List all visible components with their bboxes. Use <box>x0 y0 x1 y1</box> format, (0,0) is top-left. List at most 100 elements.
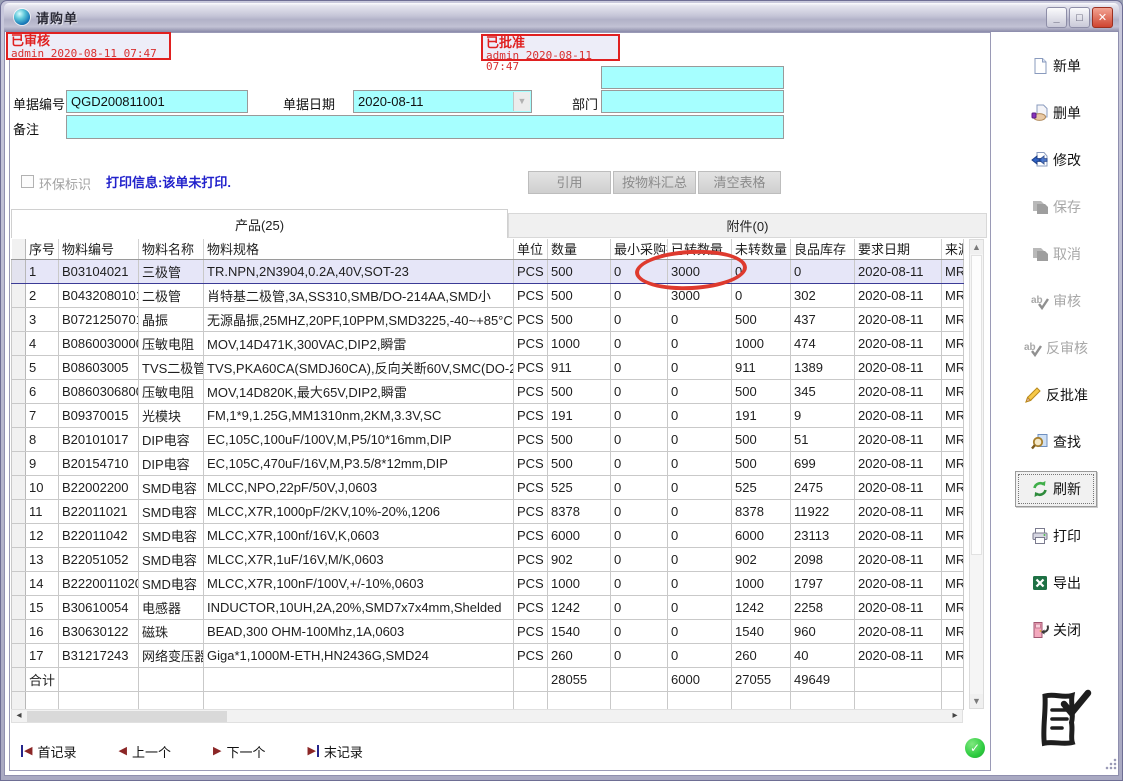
table-cell[interactable]: 2020-08-11 <box>855 523 942 547</box>
table-cell[interactable]: MR <box>942 307 964 331</box>
table-cell[interactable]: PCS <box>514 283 548 307</box>
table-cell[interactable]: 0 <box>611 379 668 403</box>
row-selector[interactable] <box>12 619 26 643</box>
table-cell[interactable]: MLCC,NPO,22pF/50V,J,0603 <box>204 475 514 499</box>
row-selector[interactable] <box>12 379 26 403</box>
table-cell[interactable]: 二极管 <box>139 283 204 307</box>
row-selector[interactable] <box>12 355 26 379</box>
table-row[interactable]: 1B03104021三极管TR.NPN,2N3904,0.2A,40V,SOT-… <box>12 259 964 283</box>
table-cell[interactable]: 0 <box>611 307 668 331</box>
table-cell[interactable]: 500 <box>732 451 791 475</box>
table-cell[interactable]: 压敏电阻 <box>139 379 204 403</box>
table-cell[interactable]: MR <box>942 475 964 499</box>
table-cell[interactable]: SMD电容 <box>139 571 204 595</box>
table-cell[interactable]: 8378 <box>732 499 791 523</box>
table-cell[interactable]: 2020-08-11 <box>855 643 942 667</box>
table-cell[interactable]: 16 <box>26 619 59 643</box>
scroll-down-arrow-icon[interactable]: ▼ <box>970 694 983 708</box>
table-cell[interactable]: SMD电容 <box>139 523 204 547</box>
table-row[interactable]: 8B20101017DIP电容EC,105C,100uF/100V,M,P5/1… <box>12 427 964 451</box>
table-cell[interactable]: MLCC,X7R,1uF/16V,M/K,0603 <box>204 547 514 571</box>
table-cell[interactable]: 23113 <box>791 523 855 547</box>
table-cell[interactable]: PCS <box>514 259 548 283</box>
table-cell[interactable]: 0 <box>611 475 668 499</box>
table-cell[interactable]: INDUCTOR,10UH,2A,20%,SMD7x7x4mm,Shelded <box>204 595 514 619</box>
row-selector[interactable] <box>12 499 26 523</box>
table-cell[interactable]: PCS <box>514 475 548 499</box>
table-cell[interactable]: 51 <box>791 427 855 451</box>
table-cell[interactable]: B0721250701 <box>59 307 139 331</box>
table-cell[interactable]: 三极管 <box>139 259 204 283</box>
table-cell[interactable]: MR <box>942 523 964 547</box>
title-bar[interactable]: 请购单 _ □ ✕ <box>4 3 1119 31</box>
table-row[interactable]: 4B0860030000压敏电阻MOV,14D471K,300VAC,DIP2,… <box>12 331 964 355</box>
doc-no-field[interactable]: QGD200811001 <box>66 90 248 113</box>
table-cell[interactable]: 1242 <box>548 595 611 619</box>
table-cell[interactable]: 10 <box>26 475 59 499</box>
scroll-right-arrow-icon[interactable]: ▸ <box>948 710 962 722</box>
print-button[interactable]: 打印 <box>1008 524 1104 548</box>
table-cell[interactable]: 0 <box>732 283 791 307</box>
table-cell[interactable]: B0432080101 <box>59 283 139 307</box>
vertical-scrollbar[interactable]: ▲ ▼ <box>969 239 984 709</box>
table-cell[interactable]: 191 <box>548 403 611 427</box>
column-header[interactable]: 物料名称 <box>139 239 204 259</box>
table-cell[interactable]: 500 <box>548 427 611 451</box>
table-cell[interactable]: 0 <box>668 571 732 595</box>
table-cell[interactable]: 500 <box>548 283 611 307</box>
table-cell[interactable]: MR <box>942 259 964 283</box>
table-cell[interactable]: 902 <box>732 547 791 571</box>
row-selector[interactable] <box>12 523 26 547</box>
table-cell[interactable]: SMD电容 <box>139 475 204 499</box>
table-row[interactable]: 17B31217243网络变压器Giga*1,1000M-ETH,HN2436G… <box>12 643 964 667</box>
nav-last-record[interactable]: ▶末记录 <box>307 742 362 761</box>
table-cell[interactable]: B20154710 <box>59 451 139 475</box>
column-header[interactable]: 物料规格 <box>204 239 514 259</box>
table-cell[interactable]: 2020-08-11 <box>855 475 942 499</box>
table-cell[interactable]: B31217243 <box>59 643 139 667</box>
column-header[interactable]: 来源 <box>942 239 964 259</box>
table-cell[interactable]: 0 <box>668 595 732 619</box>
table-cell[interactable]: PCS <box>514 307 548 331</box>
table-cell[interactable]: 1000 <box>732 331 791 355</box>
row-selector[interactable] <box>12 403 26 427</box>
delete-doc-button[interactable]: 删单 <box>1008 101 1104 125</box>
table-cell[interactable]: 2020-08-11 <box>855 379 942 403</box>
table-cell[interactable]: 0 <box>668 331 732 355</box>
table-cell[interactable]: MR <box>942 571 964 595</box>
table-cell[interactable]: B22002200 <box>59 475 139 499</box>
table-cell[interactable]: 2020-08-11 <box>855 259 942 283</box>
table-cell[interactable]: B22011042 <box>59 523 139 547</box>
table-cell[interactable]: 肖特基二极管,3A,SS310,SMB/DO-214AA,SMD小 <box>204 283 514 307</box>
table-cell[interactable]: B03104021 <box>59 259 139 283</box>
table-row[interactable]: 11B22011021SMD电容MLCC,X7R,1000pF/2KV,10%-… <box>12 499 964 523</box>
table-cell[interactable]: 2020-08-11 <box>855 283 942 307</box>
table-cell[interactable]: Giga*1,1000M-ETH,HN2436G,SMD24 <box>204 643 514 667</box>
table-cell[interactable]: 0 <box>668 451 732 475</box>
table-cell[interactable]: PCS <box>514 547 548 571</box>
table-cell[interactable]: PCS <box>514 379 548 403</box>
minimize-button[interactable]: _ <box>1046 7 1067 28</box>
table-cell[interactable]: 500 <box>548 307 611 331</box>
nav-previous-record[interactable]: ◀上一个 <box>118 742 170 761</box>
table-cell[interactable]: B2220011020 <box>59 571 139 595</box>
table-cell[interactable]: 2020-08-11 <box>855 571 942 595</box>
table-row[interactable]: 13B22051052SMD电容MLCC,X7R,1uF/16V,M/K,060… <box>12 547 964 571</box>
table-cell[interactable]: 0 <box>611 619 668 643</box>
table-cell[interactable]: 474 <box>791 331 855 355</box>
table-cell[interactable]: MR <box>942 547 964 571</box>
table-cell[interactable]: 1540 <box>732 619 791 643</box>
table-cell[interactable]: 0 <box>668 403 732 427</box>
table-cell[interactable]: 0 <box>668 427 732 451</box>
table-cell[interactable]: SMD电容 <box>139 499 204 523</box>
table-cell[interactable]: 191 <box>732 403 791 427</box>
search-button[interactable]: 查找 <box>1008 430 1104 454</box>
row-selector[interactable] <box>12 571 26 595</box>
table-cell[interactable]: 0 <box>611 355 668 379</box>
table-cell[interactable]: EC,105C,470uF/16V,M,P3.5/8*12mm,DIP <box>204 451 514 475</box>
table-cell[interactable]: 699 <box>791 451 855 475</box>
table-cell[interactable]: 6 <box>26 379 59 403</box>
table-cell[interactable]: 11 <box>26 499 59 523</box>
table-cell[interactable]: PCS <box>514 523 548 547</box>
table-cell[interactable]: 6000 <box>732 523 791 547</box>
